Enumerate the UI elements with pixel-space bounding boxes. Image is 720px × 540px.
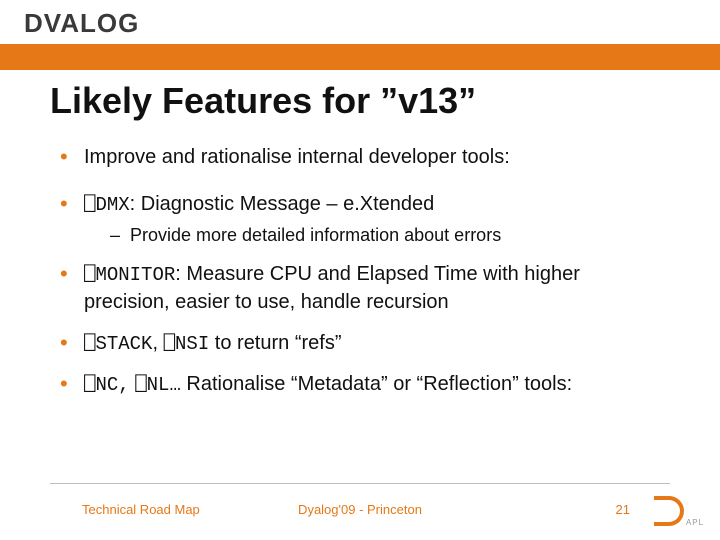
bullet-item: ⎕NC, ⎕NL… Rationalise “Metadata” or “Ref…	[60, 371, 670, 399]
code-token: ⎕DMX	[84, 194, 130, 216]
footer: Technical Road Map Dyalog'09 - Princeton…	[0, 494, 720, 524]
bullet-text: : Diagnostic Message – e.Xtended	[130, 193, 435, 215]
slide-content: Likely Features for ”v13” Improve and ra…	[0, 70, 720, 399]
page-title: Likely Features for ”v13”	[50, 80, 670, 122]
apl-badge-text: APL	[686, 518, 704, 527]
bullet-text: to return “refs”	[209, 332, 341, 354]
logo: DVALOG	[24, 8, 139, 39]
sub-bullet-item: Provide more detailed information about …	[110, 223, 670, 247]
code-token: ⎕NL…	[135, 374, 181, 396]
header-bar: DVALOG	[0, 0, 720, 44]
footer-center-text: Dyalog'09 - Princeton	[298, 502, 422, 517]
bullet-text: ,	[152, 332, 163, 354]
bullet-item: ⎕MONITOR: Measure CPU and Elapsed Time w…	[60, 261, 670, 316]
bullet-item: Improve and rationalise internal develop…	[60, 144, 670, 171]
apl-badge-icon: APL	[652, 492, 706, 530]
code-token: ⎕STACK	[84, 333, 152, 355]
bullet-text: Improve and rationalise internal develop…	[84, 146, 510, 168]
bullet-list: Improve and rationalise internal develop…	[50, 144, 670, 399]
code-token: ⎕NC,	[84, 374, 130, 396]
d-shape-icon	[654, 496, 684, 526]
footer-divider	[50, 483, 670, 484]
bullet-text: Rationalise “Metadata” or “Reflection” t…	[181, 373, 572, 395]
bullet-item: ⎕STACK, ⎕NSI to return “refs”	[60, 330, 670, 358]
page-number: 21	[616, 502, 630, 517]
bullet-item: ⎕DMX: Diagnostic Message – e.Xtended Pro…	[60, 191, 670, 247]
code-token: ⎕NSI	[164, 333, 210, 355]
orange-band	[0, 44, 720, 70]
sub-list: Provide more detailed information about …	[84, 223, 670, 247]
code-token: ⎕MONITOR	[84, 264, 175, 286]
footer-left-text: Technical Road Map	[82, 502, 200, 517]
sub-bullet-text: Provide more detailed information about …	[130, 225, 501, 245]
